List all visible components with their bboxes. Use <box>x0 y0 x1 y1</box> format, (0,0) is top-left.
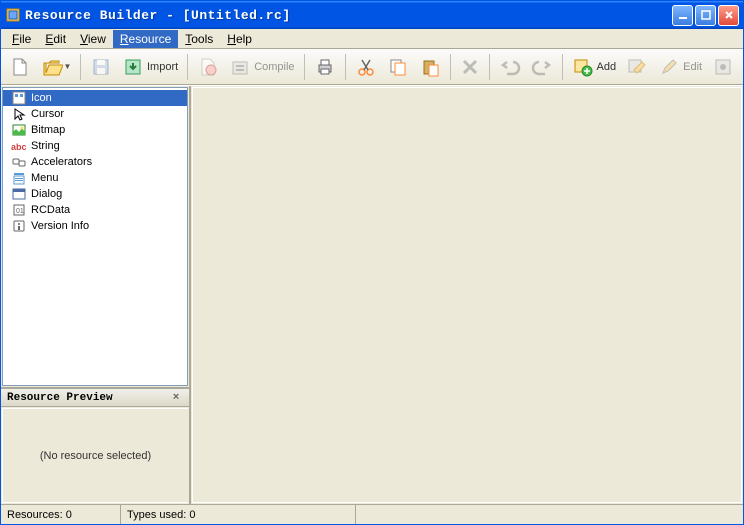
status-types: Types used: 0 <box>121 505 356 524</box>
tree-item-version[interactable]: Version Info <box>3 218 187 234</box>
cut-button[interactable] <box>351 52 381 82</box>
print-button[interactable] <box>310 52 340 82</box>
rcdata-icon: 01 <box>11 202 27 218</box>
undo-button[interactable] <box>495 52 525 82</box>
new-button[interactable] <box>5 52 35 82</box>
menu-icon <box>11 170 27 186</box>
tree-item-menu[interactable]: Menu <box>3 170 187 186</box>
compile-button[interactable]: Compile <box>225 52 298 82</box>
preview-body: (No resource selected) <box>2 408 188 503</box>
tree-label: RCData <box>31 204 70 216</box>
separator <box>187 54 188 80</box>
menu-file[interactable]: File <box>5 30 38 48</box>
tree-item-dialog[interactable]: Dialog <box>3 186 187 202</box>
tree-item-icon[interactable]: Icon <box>3 90 187 106</box>
tree-item-bitmap[interactable]: Bitmap <box>3 122 187 138</box>
open-button[interactable]: ▼ <box>37 52 75 82</box>
add-button[interactable]: Add <box>568 52 621 82</box>
preview-title: Resource Preview <box>7 392 113 404</box>
svg-text:01: 01 <box>16 208 24 215</box>
version-icon <box>11 218 27 234</box>
string-icon: abc <box>11 138 27 154</box>
menu-resource[interactable]: Resource <box>113 30 178 48</box>
app-window: Resource Builder - [Untitled.rc] File Ed… <box>0 0 744 525</box>
tree-label: String <box>31 140 60 152</box>
svg-text:abc: abc <box>11 142 27 152</box>
save-button[interactable] <box>86 52 116 82</box>
tree-label: Version Info <box>31 220 89 232</box>
compile-label: Compile <box>254 61 294 73</box>
edit-label: Edit <box>683 61 702 73</box>
dialog-icon <box>11 186 27 202</box>
window-title: Resource Builder - [Untitled.rc] <box>25 8 672 23</box>
status-resources: Resources: 0 <box>1 505 121 524</box>
preview-header: Resource Preview × <box>1 389 189 407</box>
titlebar: Resource Builder - [Untitled.rc] <box>1 1 743 29</box>
statusbar: Resources: 0 Types used: 0 <box>1 504 743 524</box>
tree-item-cursor[interactable]: Cursor <box>3 106 187 122</box>
redo-button[interactable] <box>527 52 557 82</box>
resource-tree[interactable]: Icon Cursor Bitmap abc String Accelerato… <box>2 87 188 386</box>
menu-view[interactable]: View <box>73 30 113 48</box>
tree-item-accelerators[interactable]: Accelerators <box>3 154 187 170</box>
tree-label: Bitmap <box>31 124 65 136</box>
separator <box>450 54 451 80</box>
accelerators-icon <box>11 154 27 170</box>
compile-icon-button[interactable] <box>193 52 223 82</box>
content-area <box>192 87 742 503</box>
chevron-down-icon: ▼ <box>64 62 71 71</box>
menubar: File Edit View Resource Tools Help <box>1 29 743 49</box>
import-label: Import <box>147 61 178 73</box>
left-panel: Icon Cursor Bitmap abc String Accelerato… <box>1 86 191 504</box>
tree-label: Menu <box>31 172 59 184</box>
separator <box>345 54 346 80</box>
tree-item-string[interactable]: abc String <box>3 138 187 154</box>
copy-button[interactable] <box>383 52 413 82</box>
tree-label: Dialog <box>31 188 62 200</box>
import-button[interactable]: Import <box>118 52 182 82</box>
delete-button[interactable] <box>456 52 484 82</box>
tree-label: Accelerators <box>31 156 92 168</box>
main-area: Icon Cursor Bitmap abc String Accelerato… <box>1 85 743 504</box>
add-label: Add <box>597 61 617 73</box>
icon-resource-icon <box>11 90 27 106</box>
cursor-icon <box>11 106 27 122</box>
close-button[interactable] <box>718 5 739 26</box>
tree-item-rcdata[interactable]: 01 RCData <box>3 202 187 218</box>
maximize-button[interactable] <box>695 5 716 26</box>
bitmap-icon <box>11 122 27 138</box>
preview-empty-text: (No resource selected) <box>40 450 151 462</box>
status-spacer <box>356 505 743 524</box>
edit-icon-button[interactable] <box>622 52 652 82</box>
preview-close-button[interactable]: × <box>169 391 183 405</box>
menu-help[interactable]: Help <box>220 30 259 48</box>
edit-button[interactable]: Edit <box>654 52 706 82</box>
toolbar: ▼ Import Compile Add Edit <box>1 49 743 85</box>
tree-label: Cursor <box>31 108 64 120</box>
minimize-button[interactable] <box>672 5 693 26</box>
menu-tools[interactable]: Tools <box>178 30 220 48</box>
window-controls <box>672 5 739 26</box>
separator <box>489 54 490 80</box>
preview-panel: Resource Preview × (No resource selected… <box>1 387 189 504</box>
properties-button[interactable] <box>708 52 738 82</box>
paste-button[interactable] <box>415 52 445 82</box>
separator <box>80 54 81 80</box>
separator <box>562 54 563 80</box>
menu-edit[interactable]: Edit <box>38 30 73 48</box>
separator <box>304 54 305 80</box>
app-icon <box>5 7 21 23</box>
tree-label: Icon <box>31 92 52 104</box>
